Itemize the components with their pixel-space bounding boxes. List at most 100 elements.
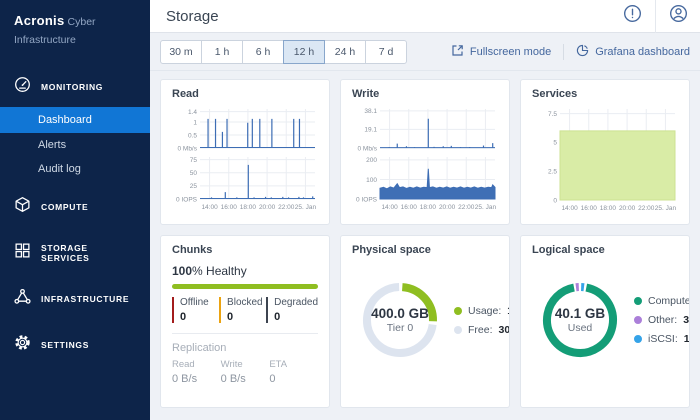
sidebar-nav: MONITORING Dashboard Alerts Audit log CO… [0,67,150,365]
stat-label: Degraded [274,297,318,308]
blocked-stat: Blocked 0 [219,297,266,323]
time-range-7d[interactable]: 7 d [365,40,407,64]
notifications-button[interactable] [610,0,655,33]
page-header: Storage [150,0,700,33]
app-window: AcronisCyber Infrastructure MONITORING D… [0,0,700,420]
sidebar-section-label: INFRASTRUCTURE [41,294,129,304]
stat-label: Offline [180,297,219,308]
legend-item-iscsi: iSCSI: 1.1 MB [634,333,690,345]
legend-label: iSCSI: [648,333,678,345]
physical-space-donut: 400.0 GB Tier 0 [358,278,442,362]
sidebar-section-label: SETTINGS [41,340,89,350]
free-dot-icon [454,326,462,334]
sidebar-section-infrastructure[interactable]: INFRASTRUCTURE [0,279,150,319]
repl-value: 0 B/s [221,373,270,385]
svg-text:7.5: 7.5 [548,111,557,118]
card-title: Chunks [172,244,318,256]
repl-label: ETA [269,359,318,370]
time-range-30m[interactable]: 30 m [160,40,202,64]
svg-text:1: 1 [193,119,197,126]
replication-read: Read 0 B/s [172,359,221,385]
physical-space-card: Physical space 400.0 GB Tier 0 Usage: [340,235,510,408]
svg-text:0: 0 [553,197,557,204]
alert-info-icon [623,4,642,28]
donut-center-text: 40.1 GB Used [538,278,622,362]
donut-center-text: 400.0 GB Tier 0 [358,278,442,362]
logo-brand: Acronis [14,13,65,28]
stat-value: 0 [180,311,219,323]
svg-text:18:00: 18:00 [420,204,437,211]
sidebar-item-alerts[interactable]: Alerts [0,133,150,157]
replication-eta: ETA 0 [269,359,318,385]
sidebar-item-audit-log[interactable]: Audit log [0,157,150,181]
grafana-label: Grafana dashboard [595,46,690,58]
fullscreen-label: Fullscreen mode [470,46,551,58]
svg-text:22:00: 22:00 [458,204,475,211]
svg-text:14:00: 14:00 [561,205,578,212]
svg-text:25. Jan: 25. Jan [295,204,317,211]
sidebar-section-settings[interactable]: SETTINGS [0,325,150,365]
sidebar-section-storage-services[interactable]: STORAGE SERVICES [0,233,150,273]
fullscreen-mode-button[interactable]: Fullscreen mode [451,44,551,60]
svg-text:22:00: 22:00 [638,205,655,212]
time-range-24h[interactable]: 24 h [324,40,366,64]
svg-text:50: 50 [190,170,198,177]
svg-text:20:00: 20:00 [259,204,276,211]
user-account-button[interactable] [655,0,700,33]
time-range-6h[interactable]: 6 h [242,40,284,64]
write-iops-chart: 2001000 IOPS14:0016:0018:0020:0022:0025.… [352,152,498,214]
svg-text:1.4: 1.4 [188,109,197,116]
compute-dot-icon [634,297,642,305]
legend-item-compute: Compute: 40.1 GB [634,295,690,307]
svg-text:75: 75 [190,157,198,164]
replication-write: Write 0 B/s [221,359,270,385]
stat-value: 0 [227,311,266,323]
degraded-stat: Degraded 0 [266,297,318,323]
read-throughput-chart: 1.410.50 Mb/s [172,104,318,152]
legend-item-other: Other: 34.6 MB [634,314,690,326]
offline-stat: Offline 0 [172,297,219,323]
svg-text:200: 200 [366,157,377,164]
write-card: Write 38.119.10 Mb/s 2001000 IOPS14:0016… [340,79,510,225]
dashboard-content: Read 1.410.50 Mb/s 7550250 IOPS14:0016:0… [150,71,700,420]
sidebar-item-dashboard[interactable]: Dashboard [0,107,150,133]
svg-text:16:00: 16:00 [401,204,418,211]
divider [172,333,318,334]
svg-text:22:00: 22:00 [278,204,295,211]
replication-title: Replication [172,342,318,354]
sidebar-section-label: MONITORING [41,82,103,92]
logical-space-legend: Compute: 40.1 GB Other: 34.6 MB iSCSI: 1… [634,295,690,345]
legend-value: 100.0 GB [507,305,510,317]
svg-text:100: 100 [366,177,377,184]
time-range-1h[interactable]: 1 h [201,40,243,64]
replication-stats: Read 0 B/s Write 0 B/s ETA 0 [172,359,318,385]
donut-sublabel: Used [568,322,593,334]
sidebar: AcronisCyber Infrastructure MONITORING D… [0,0,150,420]
card-title: Read [172,88,318,100]
svg-text:16:00: 16:00 [581,205,598,212]
main-area: Storage 30 m 1 h 6 h [150,0,700,420]
cube-icon [14,196,31,218]
stat-value: 0 [274,311,318,323]
legend-label: Compute: [648,295,690,307]
svg-text:25. Jan: 25. Jan [475,204,497,211]
svg-text:14:00: 14:00 [381,204,398,211]
sidebar-section-compute[interactable]: COMPUTE [0,187,150,227]
logical-space-card: Logical space 40.1 GB Used Compute: [520,235,690,408]
repl-label: Read [172,359,221,370]
sidebar-section-monitoring[interactable]: MONITORING [0,67,150,107]
card-title: Write [352,88,498,100]
page-title: Storage [150,8,610,25]
grafana-dashboard-button[interactable]: Grafana dashboard [576,44,690,60]
user-icon [669,4,688,28]
svg-text:0 IOPS: 0 IOPS [356,196,378,203]
svg-text:2.5: 2.5 [548,169,557,176]
svg-text:0.5: 0.5 [188,132,197,139]
card-title: Logical space [532,244,678,256]
iscsi-dot-icon [634,335,642,343]
logical-space-body: 40.1 GB Used Compute: 40.1 GB Other: [532,278,678,362]
donut-total: 400.0 GB [371,306,429,321]
svg-text:5: 5 [553,140,557,147]
repl-value: 0 B/s [172,373,221,385]
time-range-12h[interactable]: 12 h [283,40,325,64]
